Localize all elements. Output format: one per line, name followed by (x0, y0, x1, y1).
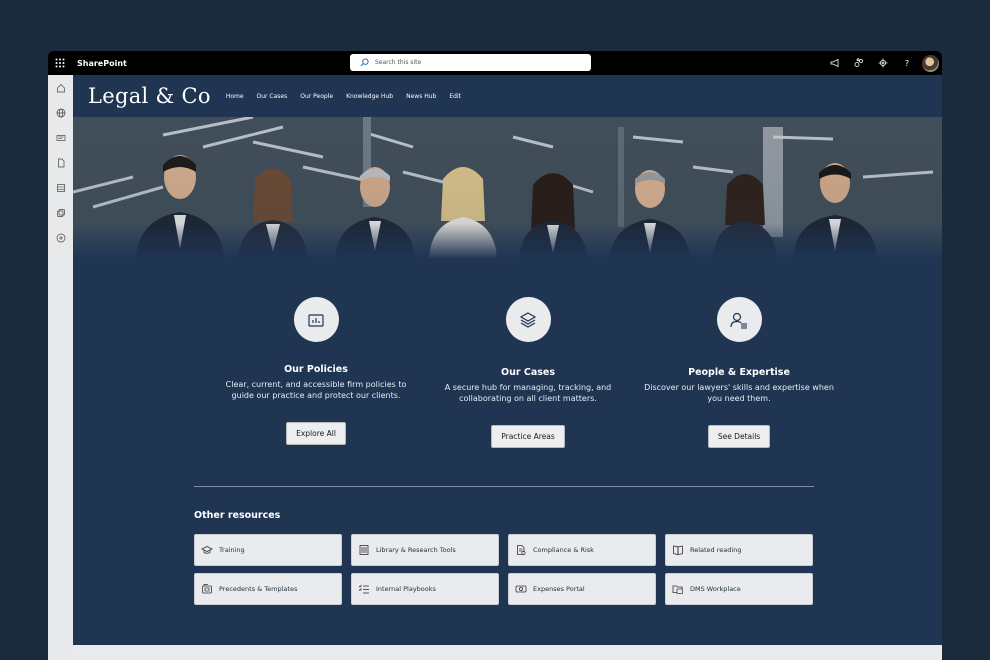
resource-label: Precedents & Templates (219, 585, 298, 593)
resource-related-reading[interactable]: Related reading (665, 534, 813, 566)
document-check-icon (517, 545, 526, 555)
search-placeholder: Search this site (375, 59, 422, 66)
resource-label: Related reading (690, 546, 742, 554)
file-icon[interactable] (48, 150, 73, 175)
svg-text:?: ? (905, 59, 909, 68)
library-icon (359, 545, 369, 555)
avatar[interactable] (922, 54, 939, 72)
card-description: Discover our lawyers' skills and experti… (644, 383, 834, 403)
footer-strip (73, 645, 942, 660)
app-name[interactable]: SharePoint (77, 59, 127, 68)
person-list-icon (716, 297, 762, 342)
card-our-cases: Our Cases A secure hub for managing, tra… (418, 297, 638, 448)
card-people-expertise: People & Expertise Discover our lawyers'… (629, 297, 849, 448)
template-icon (202, 584, 212, 594)
money-icon (515, 585, 527, 593)
suite-actions: ? (823, 51, 942, 75)
resource-label: Expenses Portal (533, 585, 585, 593)
resource-label: Training (219, 546, 245, 554)
nav-our-people[interactable]: Our People (300, 93, 333, 100)
section-divider (194, 486, 814, 487)
card-title: People & Expertise (688, 367, 790, 378)
sharepoint-window: SharePoint Search this site ? Legal & Co… (48, 51, 942, 660)
see-details-button[interactable]: See Details (707, 425, 771, 448)
resource-label: Compliance & Risk (533, 546, 594, 554)
copy-icon[interactable] (48, 200, 73, 225)
resource-expenses-portal[interactable]: Expenses Portal (508, 573, 656, 605)
top-navigation: Home Our Cases Our People Knowledge Hub … (226, 93, 474, 100)
search-box[interactable]: Search this site (350, 54, 591, 71)
card-description: Clear, current, and accessible firm poli… (225, 380, 407, 400)
help-icon[interactable]: ? (895, 51, 919, 75)
resource-dms-workplace[interactable]: DMS Workplace (665, 573, 813, 605)
site-logo[interactable]: Legal & Co (88, 84, 211, 108)
other-resources-title: Other resources (194, 510, 281, 521)
globe-icon[interactable] (48, 100, 73, 125)
checklist-icon (358, 584, 369, 594)
card-description: A secure hub for managing, tracking, and… (444, 383, 612, 403)
chart-icon (293, 297, 339, 342)
suite-bar: SharePoint Search this site ? (48, 51, 942, 75)
feature-cards: Our Policies Clear, current, and accessi… (73, 293, 942, 463)
nav-our-cases[interactable]: Our Cases (257, 93, 288, 100)
resource-label: Library & Research Tools (376, 546, 456, 554)
nav-news-hub[interactable]: News Hub (406, 93, 436, 100)
resource-internal-playbooks[interactable]: Internal Playbooks (351, 573, 499, 605)
search-icon (360, 58, 369, 67)
resource-precedents-templates[interactable]: Precedents & Templates (194, 573, 342, 605)
hero-image (73, 117, 942, 259)
explore-all-button[interactable]: Explore All (286, 422, 346, 445)
nav-home[interactable]: Home (226, 93, 244, 100)
news-icon[interactable] (48, 125, 73, 150)
folder-icon (672, 585, 683, 594)
resource-links: Training Library & Research Tools Compli… (194, 534, 814, 605)
resource-label: Internal Playbooks (376, 585, 436, 593)
megaphone-icon[interactable] (823, 51, 847, 75)
add-icon[interactable] (48, 225, 73, 250)
resource-compliance-risk[interactable]: Compliance & Risk (508, 534, 656, 566)
share-icon[interactable] (847, 51, 871, 75)
nav-knowledge-hub[interactable]: Knowledge Hub (346, 93, 393, 100)
card-title: Our Policies (284, 364, 348, 375)
nav-edit[interactable]: Edit (449, 93, 461, 100)
graduation-cap-icon (201, 546, 213, 554)
resource-library-research-tools[interactable]: Library & Research Tools (351, 534, 499, 566)
app-bar (48, 75, 73, 660)
home-icon[interactable] (48, 75, 73, 100)
resource-label: DMS Workplace (690, 585, 741, 593)
gear-icon[interactable] (871, 51, 895, 75)
layers-icon (505, 297, 551, 342)
practice-areas-button[interactable]: Practice Areas (491, 425, 565, 448)
site-header: Legal & Co Home Our Cases Our People Kno… (73, 75, 942, 117)
card-title: Our Cases (501, 367, 555, 378)
list-icon[interactable] (48, 175, 73, 200)
waffle-icon[interactable] (48, 51, 72, 75)
book-icon (673, 545, 683, 555)
resource-training[interactable]: Training (194, 534, 342, 566)
card-our-policies: Our Policies Clear, current, and accessi… (206, 297, 426, 445)
